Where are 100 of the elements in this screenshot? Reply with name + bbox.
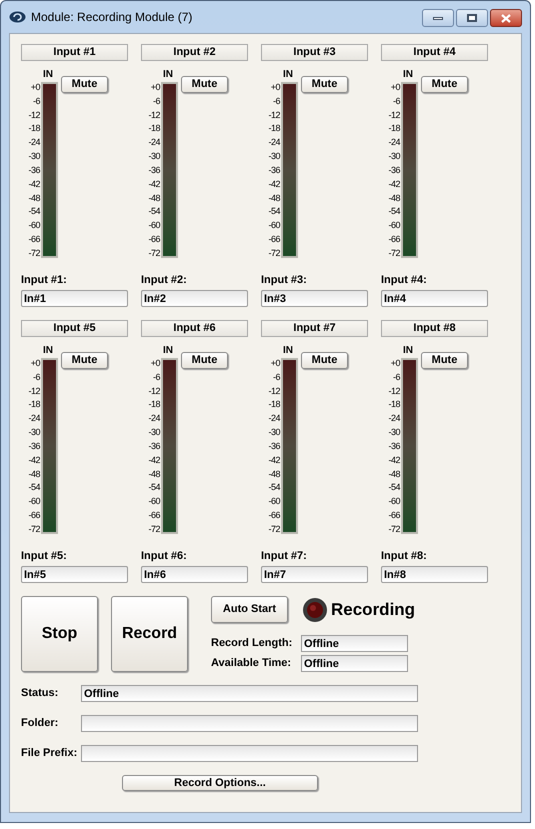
scale-label: -60 (268, 220, 280, 230)
scale-label: -72 (388, 248, 400, 258)
scale-label: -18 (148, 399, 160, 410)
scale-label: -24 (268, 413, 280, 424)
input-name-field[interactable]: In#3 (261, 290, 368, 307)
scale-label: -18 (388, 399, 400, 410)
scale-label: -42 (28, 178, 40, 189)
scale-label: -42 (388, 178, 400, 189)
input-header-button[interactable]: Input #5 (21, 320, 128, 337)
record-button[interactable]: Record (111, 596, 188, 672)
scale-label: -42 (388, 454, 400, 465)
scale-label: -36 (28, 164, 40, 175)
scale-label: -66 (388, 234, 400, 244)
scale-label: -6 (272, 372, 280, 382)
mute-button[interactable]: Mute (301, 352, 348, 368)
time-field[interactable]: Offline (301, 635, 408, 652)
scale-label: -66 (28, 510, 40, 520)
close-button[interactable] (490, 9, 522, 27)
scale-label: -72 (268, 248, 280, 258)
input-name-field[interactable]: In#2 (141, 290, 248, 307)
auto-start-button[interactable]: Auto Start (211, 596, 288, 623)
input-name-label: Input #5: (21, 550, 68, 563)
scale-label: -36 (388, 164, 400, 175)
scale-label: -42 (148, 178, 160, 189)
scale-label: -36 (28, 440, 40, 451)
scale-label: -48 (268, 192, 280, 203)
scale-label: -18 (28, 399, 40, 410)
minimize-button[interactable] (422, 9, 454, 27)
scale-label: -30 (148, 151, 160, 162)
record-options-button[interactable]: Record Options... (122, 775, 318, 791)
scale-label: -36 (148, 164, 160, 175)
text-field[interactable]: Offline (81, 685, 418, 702)
input-name-field[interactable]: In#6 (141, 566, 248, 583)
text-field[interactable] (81, 745, 418, 762)
scale-label: -12 (148, 386, 160, 396)
scale-label: -18 (28, 123, 40, 134)
scale-label: -66 (148, 510, 160, 520)
input-header-button[interactable]: Input #4 (381, 44, 488, 61)
mute-button[interactable]: Mute (61, 76, 108, 92)
scale-label: -12 (28, 386, 40, 396)
scale-label: -30 (388, 427, 400, 438)
scale-label: -18 (268, 123, 280, 134)
input-header-button[interactable]: Input #1 (21, 44, 128, 61)
input-header-button[interactable]: Input #8 (381, 320, 488, 337)
maximize-button[interactable] (456, 9, 488, 27)
meter-label: IN (402, 69, 414, 82)
stop-button[interactable]: Stop (21, 596, 98, 672)
scale-label: -30 (28, 427, 40, 438)
scale-label: +0 (150, 358, 160, 368)
scale-label: -54 (388, 482, 400, 492)
meter-label: IN (282, 345, 294, 358)
input-header-button[interactable]: Input #7 (261, 320, 368, 337)
scale-label: -60 (388, 496, 400, 506)
input-name-field[interactable]: In#5 (21, 566, 128, 583)
mute-button[interactable]: Mute (61, 352, 108, 368)
meter-label: IN (162, 345, 174, 358)
close-icon (501, 14, 511, 22)
scale-label: -42 (268, 178, 280, 189)
scale-label: -6 (152, 372, 160, 382)
mute-button[interactable]: Mute (421, 352, 468, 368)
input-header-button[interactable]: Input #3 (261, 44, 368, 61)
field-label: Folder: (21, 716, 60, 732)
scale-label: -24 (28, 137, 40, 148)
scale-label: -30 (28, 151, 40, 162)
scale-label: -24 (148, 137, 160, 148)
scale-label: -48 (148, 192, 160, 203)
field-label: Status: (21, 686, 60, 702)
scale-label: -72 (148, 524, 160, 534)
input-name-label: Input #2: (141, 274, 188, 287)
scale-label: -72 (388, 524, 400, 534)
mute-button[interactable]: Mute (181, 352, 228, 368)
input-name-field[interactable]: In#4 (381, 290, 488, 307)
field-label: File Prefix: (21, 746, 78, 762)
scale-label: -60 (148, 496, 160, 506)
scale-label: -36 (388, 440, 400, 451)
scale-label: +0 (390, 82, 400, 92)
recording-label: Recording (331, 598, 416, 621)
input-name-field[interactable]: In#8 (381, 566, 488, 583)
text-field[interactable] (81, 715, 418, 732)
scale-label: -6 (32, 96, 40, 106)
input-name-field[interactable]: In#1 (21, 290, 128, 307)
scale-label: -12 (268, 386, 280, 396)
scale-label: -12 (28, 110, 40, 120)
mute-button[interactable]: Mute (301, 76, 348, 92)
scale-label: -6 (152, 96, 160, 106)
mute-button[interactable]: Mute (421, 76, 468, 92)
scale-label: -18 (268, 399, 280, 410)
scale-label: -6 (392, 372, 400, 382)
scale-label: -48 (388, 192, 400, 203)
input-name-label: Input #8: (381, 550, 428, 563)
scale-label: -66 (268, 510, 280, 520)
scale-label: -24 (28, 413, 40, 424)
scale-label: -36 (268, 440, 280, 451)
time-field[interactable]: Offline (301, 655, 408, 672)
input-header-button[interactable]: Input #2 (141, 44, 248, 61)
mute-button[interactable]: Mute (181, 76, 228, 92)
scale-label: -12 (268, 110, 280, 120)
scale-label: -54 (148, 206, 160, 216)
input-header-button[interactable]: Input #6 (141, 320, 248, 337)
input-name-field[interactable]: In#7 (261, 566, 368, 583)
